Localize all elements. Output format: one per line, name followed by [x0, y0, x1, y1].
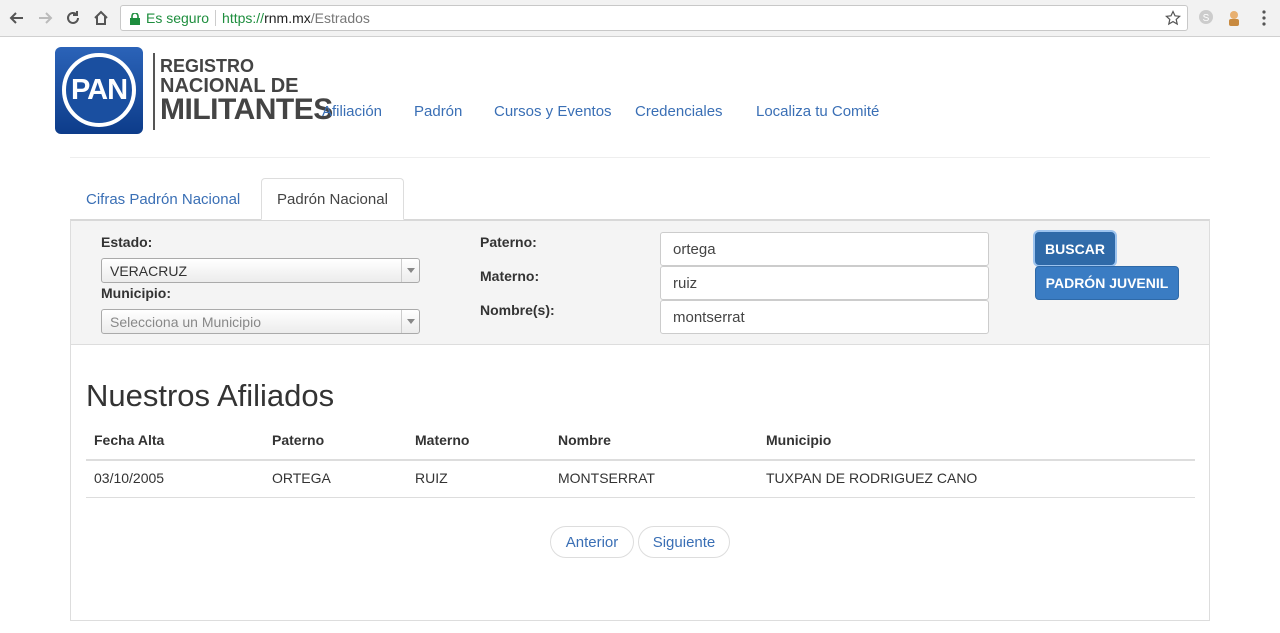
site-title-line1: REGISTRO — [160, 56, 255, 76]
search-filters: Estado: VERACRUZ Municipio: Selecciona u… — [71, 221, 1209, 345]
buscar-button[interactable]: BUSCAR — [1035, 232, 1115, 265]
paterno-input[interactable]: ortega — [660, 232, 989, 266]
separator — [215, 10, 217, 26]
chevron-down-icon — [401, 310, 419, 333]
padron-panel: Estado: VERACRUZ Municipio: Selecciona u… — [70, 219, 1210, 621]
back-icon[interactable] — [6, 7, 28, 29]
bookmark-star-icon[interactable] — [1165, 10, 1181, 26]
forward-icon[interactable] — [34, 7, 56, 29]
cell-paterno: ORTEGA — [272, 470, 331, 486]
nav-afiliacion[interactable]: Afiliación — [322, 103, 382, 120]
svg-text:S: S — [1203, 13, 1210, 24]
results-title: Nuestros Afiliados — [86, 378, 335, 413]
nav-cursos-eventos[interactable]: Cursos y Eventos — [494, 103, 612, 120]
browser-toolbar: Es seguro https:// rnm.mx /Estrados S — [0, 0, 1280, 37]
lock-icon — [130, 12, 140, 25]
cell-nombre: MONTSERRAT — [558, 470, 655, 486]
skype-extension-icon[interactable]: S — [1198, 9, 1214, 27]
column-header-nombre: Nombre — [558, 432, 611, 448]
estado-select[interactable]: VERACRUZ — [101, 258, 420, 283]
table-row-divider — [86, 497, 1195, 498]
logo-divider — [153, 53, 155, 130]
cell-municipio: TUXPAN DE RODRIGUEZ CANO — [766, 470, 978, 486]
nombre-label: Nombre(s): — [480, 302, 555, 318]
table-header-divider — [86, 459, 1195, 461]
pan-logo-ring: PAN — [62, 53, 136, 127]
cell-materno: RUIZ — [415, 470, 448, 486]
cell-fecha-alta: 03/10/2005 — [94, 470, 165, 486]
materno-input[interactable]: ruiz — [660, 266, 989, 300]
estado-select-value: VERACRUZ — [110, 262, 188, 279]
menu-dots-icon[interactable] — [1256, 9, 1272, 27]
address-bar[interactable]: Es seguro https:// rnm.mx /Estrados — [120, 5, 1188, 31]
municipio-select-placeholder: Selecciona un Municipio — [110, 313, 261, 330]
chevron-down-icon — [401, 259, 419, 282]
url-host: rnm.mx — [264, 10, 311, 26]
column-header-paterno: Paterno — [272, 432, 325, 448]
column-header-fecha-alta: Fecha Alta — [94, 432, 165, 448]
estado-label: Estado: — [101, 234, 153, 250]
nav-credenciales[interactable]: Credenciales — [635, 103, 723, 120]
nav-padron[interactable]: Padrón — [414, 103, 462, 120]
municipio-select[interactable]: Selecciona un Municipio — [101, 309, 420, 334]
padron-juvenil-button[interactable]: PADRÓN JUVENIL — [1035, 266, 1179, 300]
paterno-label: Paterno: — [480, 234, 537, 250]
home-icon[interactable] — [90, 7, 112, 29]
site-title-line3: MILITANTES — [160, 93, 333, 126]
pan-logo[interactable]: PAN — [55, 47, 143, 134]
url-path: /Estrados — [310, 10, 370, 26]
extension-icon[interactable] — [1226, 9, 1242, 27]
anterior-button[interactable]: Anterior — [550, 526, 634, 558]
tab-padron-nacional[interactable]: Padrón Nacional — [261, 178, 404, 220]
column-header-materno: Materno — [415, 432, 470, 448]
pan-logo-text: PAN — [70, 73, 128, 106]
materno-label: Materno: — [480, 268, 540, 284]
siguiente-button[interactable]: Siguiente — [638, 526, 730, 558]
url-scheme: https:// — [222, 10, 265, 26]
header-divider — [70, 157, 1210, 158]
reload-icon[interactable] — [62, 7, 84, 29]
column-header-municipio: Municipio — [766, 432, 832, 448]
tab-cifras-padron[interactable]: Cifras Padrón Nacional — [71, 178, 255, 220]
municipio-label: Municipio: — [101, 285, 171, 301]
nav-localiza-comite[interactable]: Localiza tu Comité — [756, 103, 879, 120]
secure-label: Es seguro — [146, 10, 210, 26]
nombre-input[interactable]: montserrat — [660, 300, 989, 334]
